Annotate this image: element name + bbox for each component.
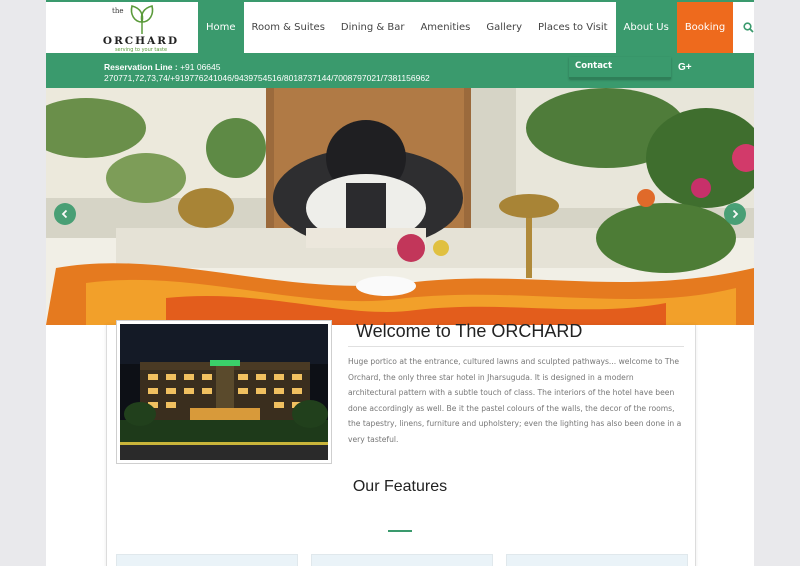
logo-the-text: the xyxy=(112,7,124,15)
main-nav: Home Room & Suites Dining & Bar Amenitie… xyxy=(198,2,754,53)
hotel-photo xyxy=(116,320,332,464)
logo[interactable]: the ORCHARD serving to your taste xyxy=(102,4,180,53)
leaf-logo-icon xyxy=(130,5,154,35)
welcome-description: Huge portico at the entrance, cultured l… xyxy=(348,357,682,444)
hotel-building-image xyxy=(120,324,328,460)
chevron-left-icon xyxy=(61,209,68,219)
reservation-number-1: +91 06645 xyxy=(180,62,221,72)
nav-item-dining-bar[interactable]: Dining & Bar xyxy=(332,2,413,53)
logo-brand-text: ORCHARD xyxy=(102,35,180,47)
slider-prev-button[interactable] xyxy=(54,203,76,225)
nav-item-booking[interactable]: Booking xyxy=(676,2,734,53)
chevron-right-icon xyxy=(732,209,739,219)
nav-item-room-suites[interactable]: Room & Suites xyxy=(243,2,333,53)
feature-card[interactable] xyxy=(116,554,298,566)
page: the ORCHARD serving to your taste Home R… xyxy=(46,0,754,566)
features-divider xyxy=(388,530,412,532)
hero-slider xyxy=(46,88,754,325)
nav-item-amenities[interactable]: Amenities xyxy=(412,2,479,53)
search-button[interactable] xyxy=(733,2,754,53)
hotel-night-photo xyxy=(120,324,328,460)
hero-image xyxy=(46,88,754,325)
nav-item-home[interactable]: Home xyxy=(198,2,244,53)
nav-item-places-to-visit[interactable]: Places to Visit xyxy=(530,2,616,53)
nav-item-gallery[interactable]: Gallery xyxy=(478,2,531,53)
reservation-number-2: 270771,72,73,74/+919776241046/9439754516… xyxy=(104,73,430,83)
feature-card[interactable] xyxy=(311,554,493,566)
slider-next-button[interactable] xyxy=(724,203,746,225)
welcome-divider xyxy=(348,346,684,347)
google-plus-icon[interactable]: G+ xyxy=(678,62,692,73)
search-icon xyxy=(743,22,754,33)
contact-label: Contact xyxy=(575,61,613,71)
contact-dropdown-item[interactable]: Contact xyxy=(569,57,671,79)
reservation-line: Reservation Line : +91 06645 270771,72,7… xyxy=(104,62,430,84)
welcome-title: Welcome to The ORCHARD xyxy=(356,321,583,341)
features-title: Our Features xyxy=(352,478,448,495)
reservation-label: Reservation Line : xyxy=(104,62,178,72)
nav-item-about-us[interactable]: About Us xyxy=(615,2,677,53)
feature-card[interactable] xyxy=(506,554,688,566)
